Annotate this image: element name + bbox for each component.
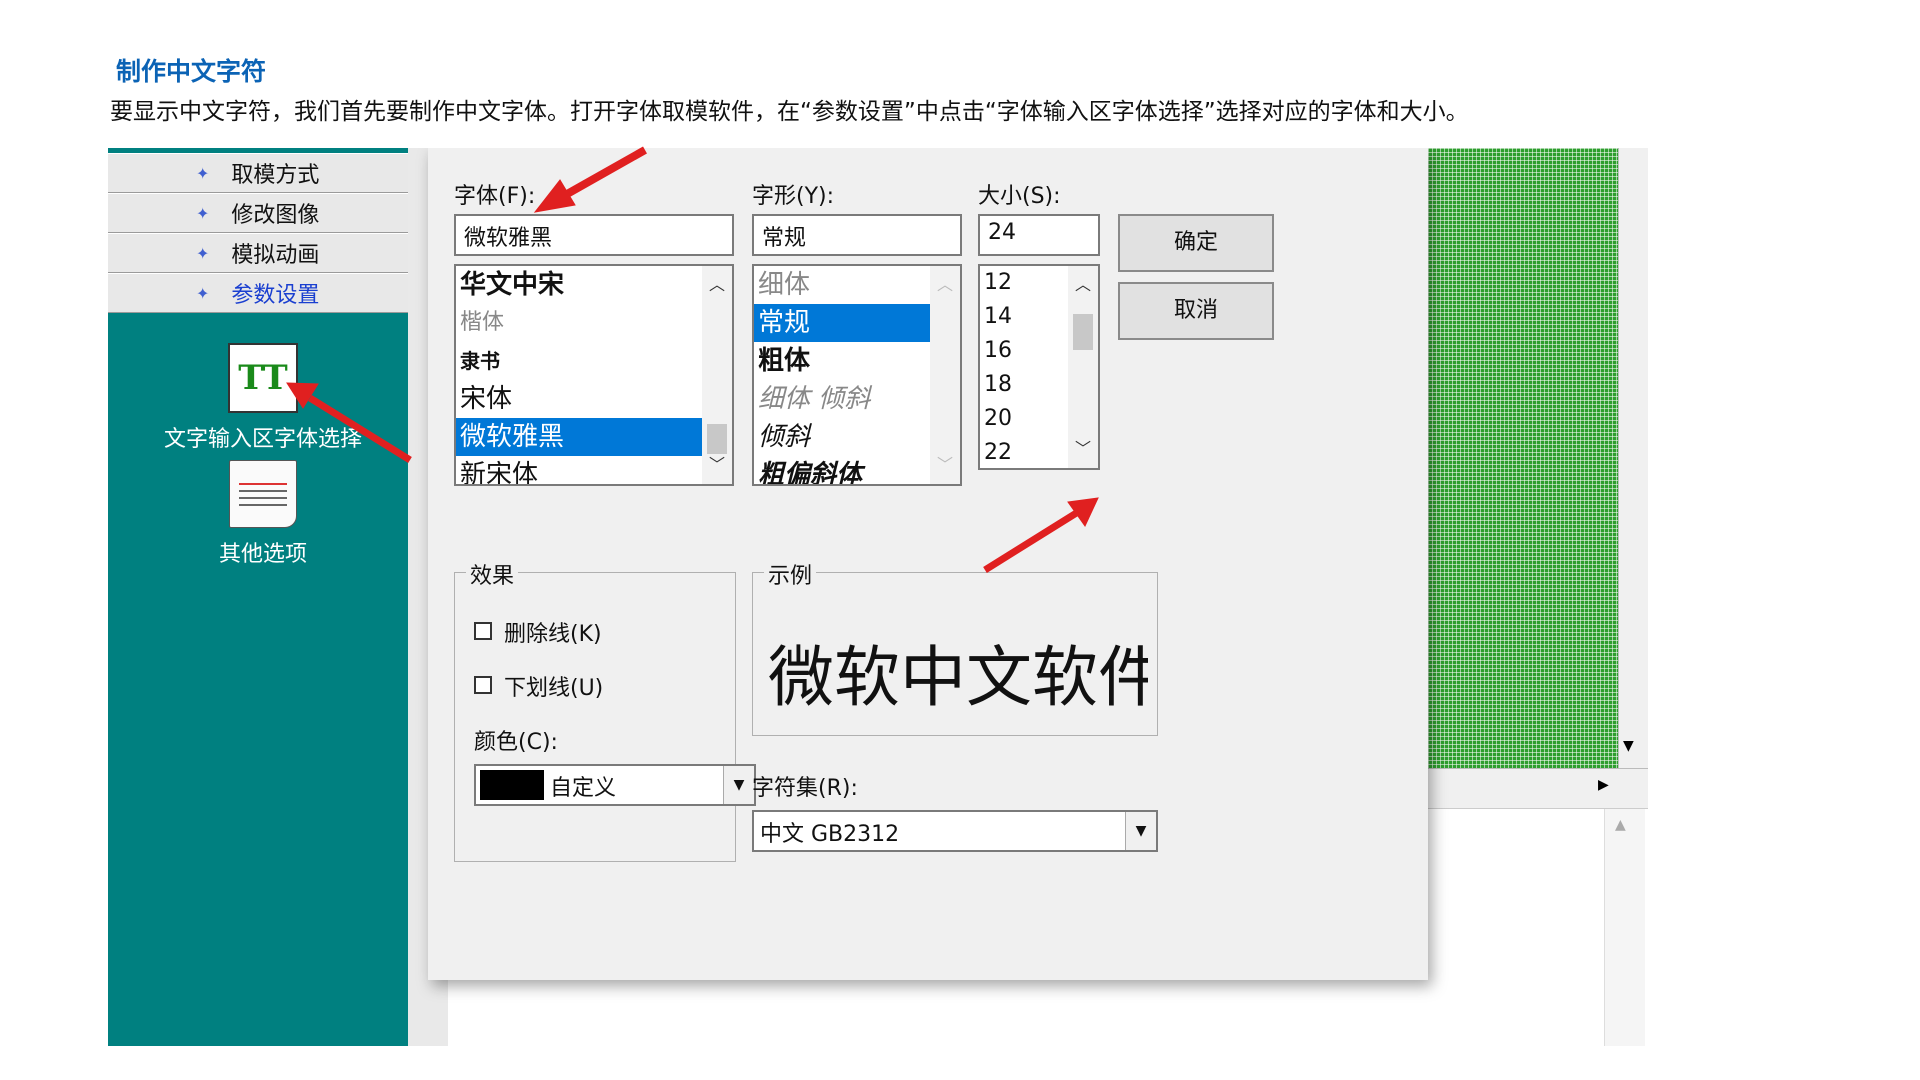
chevron-up-icon[interactable]: ︿ (930, 270, 960, 300)
sample-title: 示例 (764, 558, 817, 590)
star-icon: ✦ (196, 163, 210, 183)
dot-matrix-grid (1428, 148, 1618, 768)
strikeout-checkbox[interactable] (474, 622, 492, 640)
font-input[interactable]: 微软雅黑 (454, 214, 734, 256)
scroll-up-icon[interactable]: ▲ (1615, 817, 1626, 833)
software-screenshot: ✦ 取模方式 ✦ 修改图像 ✦ 模拟动画 ✦ 参数设置 TT 文字输入区字体选择 (108, 148, 1648, 1046)
chevron-up-icon[interactable]: ︿ (1068, 270, 1098, 300)
intro-paragraph: 要显示中文字符，我们首先要制作中文字体。打开字体取模软件，在“参数设置”中点击“… (110, 99, 1469, 125)
scroll-right-icon[interactable]: ▶ (1598, 777, 1609, 793)
ok-button[interactable]: 确定 (1118, 214, 1274, 272)
size-listbox[interactable]: 12 14 16 18 20 22 24 ︿ ﹀ (978, 264, 1100, 470)
star-icon: ✦ (196, 203, 210, 223)
style-label: 字形(Y): (752, 184, 835, 209)
menu-item-mold-mode[interactable]: ✦ 取模方式 (108, 153, 416, 193)
font-listbox[interactable]: 华文中宋 楷体 隶书 宋体 微软雅黑 新宋体 幼圆 ︿ ﹀ (454, 264, 734, 486)
chevron-down-icon[interactable]: ﹀ (930, 450, 960, 480)
underline-label: 下划线(U) (504, 676, 604, 701)
color-value: 自定义 (550, 776, 617, 801)
color-label: 颜色(C): (474, 730, 558, 755)
font-dialog: 字体(F): 微软雅黑 华文中宋 楷体 隶书 宋体 微软雅黑 新宋体 幼圆 ︿ … (428, 148, 1428, 980)
font-select-tool[interactable]: TT 文字输入区字体选择 (118, 343, 408, 453)
font-option-selected[interactable]: 微软雅黑 (456, 418, 732, 456)
vertical-scrollbar[interactable]: ▼ (1618, 148, 1648, 768)
font-option[interactable]: 华文中宋 (456, 266, 732, 304)
chevron-up-icon[interactable]: ︿ (702, 270, 732, 300)
tool-label: 文字输入区字体选择 (163, 427, 362, 452)
strikeout-label: 删除线(K) (504, 622, 602, 647)
chevron-down-icon[interactable]: ﹀ (702, 450, 732, 480)
style-option-selected[interactable]: 常规 (754, 304, 930, 342)
horizontal-scrollbar[interactable]: ▶ (1428, 768, 1648, 809)
effects-title: 效果 (466, 558, 519, 590)
dropdown-arrow-icon[interactable]: ▼ (723, 766, 754, 804)
font-list-scrollbar[interactable]: ︿ ﹀ (702, 266, 732, 484)
font-option[interactable]: 新宋体 (456, 456, 732, 484)
document-icon (229, 460, 297, 528)
font-tt-icon: TT (228, 343, 298, 413)
charset-select[interactable]: 中文 GB2312 ▼ (752, 810, 1158, 852)
color-swatch (480, 770, 544, 800)
font-option[interactable]: 宋体 (456, 380, 732, 418)
menu-item-parameter-settings[interactable]: ✦ 参数设置 (108, 273, 416, 313)
style-input[interactable]: 常规 (752, 214, 962, 256)
charset-value: 中文 GB2312 (760, 822, 900, 847)
section-heading: 制作中文字符 (116, 57, 267, 86)
sample-preview: 微软中文软件 (768, 624, 1148, 714)
style-list-scrollbar[interactable]: ︿ ﹀ (930, 266, 960, 484)
size-input[interactable]: 24 (978, 214, 1100, 256)
star-icon: ✦ (196, 243, 210, 263)
underline-checkbox[interactable] (474, 676, 492, 694)
font-label: 字体(F): (454, 184, 536, 209)
size-list-scrollbar[interactable]: ︿ ﹀ (1068, 266, 1098, 468)
other-options-tool[interactable]: 其他选项 (118, 460, 408, 568)
left-panel: ✦ 取模方式 ✦ 修改图像 ✦ 模拟动画 ✦ 参数设置 TT 文字输入区字体选择 (108, 148, 416, 1046)
dropdown-arrow-icon[interactable]: ▼ (1125, 812, 1156, 850)
left-menu: ✦ 取模方式 ✦ 修改图像 ✦ 模拟动画 ✦ 参数设置 (108, 153, 416, 313)
menu-item-label: 修改图像 (231, 203, 320, 228)
font-option[interactable]: 隶书 (456, 342, 732, 380)
charset-label: 字符集(R): (752, 776, 858, 801)
cancel-button[interactable]: 取消 (1118, 282, 1274, 340)
menu-item-edit-image[interactable]: ✦ 修改图像 (108, 193, 416, 233)
menu-item-label: 模拟动画 (231, 243, 320, 268)
scroll-down-icon[interactable]: ▼ (1623, 738, 1634, 754)
size-label: 大小(S): (978, 184, 1061, 209)
tool-label: 其他选项 (218, 542, 307, 567)
star-icon: ✦ (196, 283, 210, 303)
color-select[interactable]: 自定义 ▼ (474, 764, 756, 806)
menu-item-label: 参数设置 (231, 283, 320, 308)
scroll-thumb[interactable] (1073, 314, 1093, 350)
output-scrollbar[interactable]: ▲ (1604, 809, 1645, 1046)
chevron-down-icon[interactable]: ﹀ (1068, 434, 1098, 464)
menu-item-label: 取模方式 (231, 163, 320, 188)
style-listbox[interactable]: 细体 常规 粗体 细体 倾斜 倾斜 粗偏斜体 ︿ ﹀ (752, 264, 962, 486)
menu-item-simulate-animation[interactable]: ✦ 模拟动画 (108, 233, 416, 273)
font-option[interactable]: 楷体 (456, 304, 732, 342)
